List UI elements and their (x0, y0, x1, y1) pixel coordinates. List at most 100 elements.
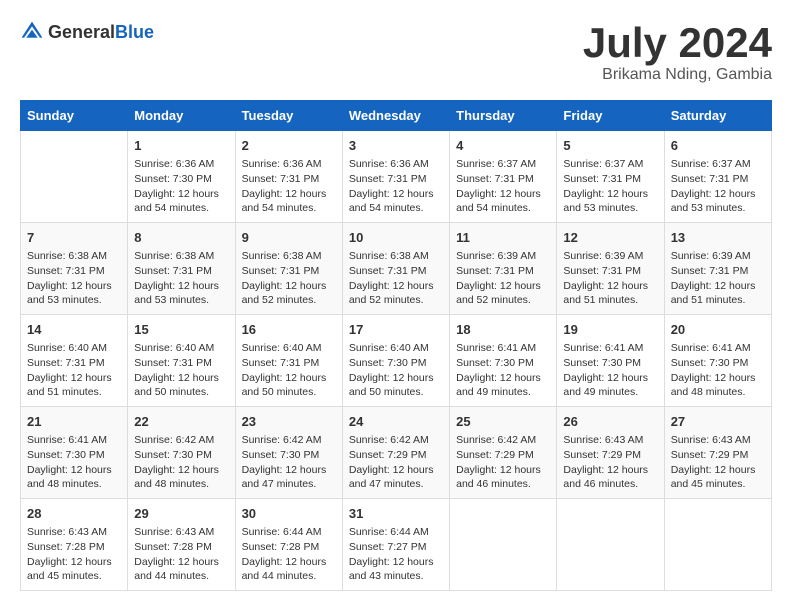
day-info: Sunrise: 6:42 AM Sunset: 7:29 PM Dayligh… (349, 433, 443, 492)
calendar-cell: 9 Sunrise: 6:38 AM Sunset: 7:31 PM Daylig… (235, 223, 342, 315)
calendar-cell: 1 Sunrise: 6:36 AM Sunset: 7:30 PM Daylig… (128, 131, 235, 223)
day-number: 6 (671, 137, 765, 155)
day-info: Sunrise: 6:38 AM Sunset: 7:31 PM Dayligh… (242, 249, 336, 308)
day-number: 3 (349, 137, 443, 155)
day-number: 31 (349, 505, 443, 523)
day-number: 13 (671, 229, 765, 247)
column-header-monday: Monday (128, 101, 235, 131)
calendar-week-row: 1 Sunrise: 6:36 AM Sunset: 7:30 PM Daylig… (21, 131, 772, 223)
day-number: 30 (242, 505, 336, 523)
logo: GeneralBlue (20, 20, 154, 44)
column-header-tuesday: Tuesday (235, 101, 342, 131)
calendar-cell: 28Sunrise: 6:43 AM Sunset: 7:28 PM Dayli… (21, 498, 128, 590)
day-number: 15 (134, 321, 228, 339)
day-info: Sunrise: 6:44 AM Sunset: 7:28 PM Dayligh… (242, 525, 336, 584)
calendar-cell (557, 498, 664, 590)
day-number: 24 (349, 413, 443, 431)
calendar-week-row: 28 Sunrise: 6:43 AM Sunset: 7:28 PM Dayli… (21, 498, 772, 590)
day-number: 19 (563, 321, 657, 339)
day-info: Sunrise: 6:40 AM Sunset: 7:31 PM Dayligh… (134, 341, 228, 400)
calendar-cell: 12Sunrise: 6:39 AM Sunset: 7:31 PM Dayli… (557, 223, 664, 315)
calendar-cell: 25 Sunrise: 6:42 AM Sunset: 7:29 PM Dayli… (450, 407, 557, 499)
day-number: 21 (27, 413, 121, 431)
day-info: Sunrise: 6:42 AM Sunset: 7:30 PM Dayligh… (134, 433, 228, 492)
day-info: Sunrise: 6:37 AM Sunset: 7:31 PM Dayligh… (671, 157, 765, 216)
day-number: 17 (349, 321, 443, 339)
calendar-title: July 2024 (583, 20, 772, 66)
logo-icon (20, 20, 44, 44)
day-number: 2 (242, 137, 336, 155)
day-number: 4 (456, 137, 550, 155)
day-number: 27 (671, 413, 765, 431)
day-number: 29 (134, 505, 228, 523)
day-info: Sunrise: 6:36 AM Sunset: 7:31 PM Dayligh… (242, 157, 336, 216)
calendar-cell: 13 Sunrise: 6:39 AM Sunset: 7:31 PM Dayli… (664, 223, 771, 315)
calendar-cell: 11Sunrise: 6:39 AM Sunset: 7:31 PM Dayli… (450, 223, 557, 315)
day-info: Sunrise: 6:36 AM Sunset: 7:30 PM Dayligh… (134, 157, 228, 216)
calendar-cell: 16 Sunrise: 6:40 AM Sunset: 7:31 PM Dayli… (235, 315, 342, 407)
day-number: 16 (242, 321, 336, 339)
day-number: 28 (27, 505, 121, 523)
day-number: 20 (671, 321, 765, 339)
day-number: 8 (134, 229, 228, 247)
calendar-header-row: SundayMondayTuesdayWednesdayThursdayFrid… (21, 101, 772, 131)
day-number: 18 (456, 321, 550, 339)
day-info: Sunrise: 6:39 AM Sunset: 7:31 PM Dayligh… (671, 249, 765, 308)
calendar-cell: 31Sunrise: 6:44 AM Sunset: 7:27 PM Dayli… (342, 498, 449, 590)
calendar-cell: 5 Sunrise: 6:37 AM Sunset: 7:31 PM Daylig… (557, 131, 664, 223)
calendar-cell: 19 Sunrise: 6:41 AM Sunset: 7:30 PM Dayli… (557, 315, 664, 407)
logo-text-general: General (48, 22, 115, 42)
day-info: Sunrise: 6:41 AM Sunset: 7:30 PM Dayligh… (456, 341, 550, 400)
day-info: Sunrise: 6:43 AM Sunset: 7:28 PM Dayligh… (134, 525, 228, 584)
day-info: Sunrise: 6:37 AM Sunset: 7:31 PM Dayligh… (563, 157, 657, 216)
calendar-cell: 14 Sunrise: 6:40 AM Sunset: 7:31 PM Dayli… (21, 315, 128, 407)
calendar-cell (21, 131, 128, 223)
column-header-friday: Friday (557, 101, 664, 131)
day-info: Sunrise: 6:41 AM Sunset: 7:30 PM Dayligh… (671, 341, 765, 400)
calendar-cell (450, 498, 557, 590)
page-header: GeneralBlue July 2024 Brikama Nding, Gam… (20, 20, 772, 84)
logo-text-blue: Blue (115, 22, 154, 42)
calendar-cell: 27 Sunrise: 6:43 AM Sunset: 7:29 PM Dayli… (664, 407, 771, 499)
calendar-cell: 3Sunrise: 6:36 AM Sunset: 7:31 PM Daylig… (342, 131, 449, 223)
day-number: 10 (349, 229, 443, 247)
calendar-cell: 8Sunrise: 6:38 AM Sunset: 7:31 PM Daylig… (128, 223, 235, 315)
calendar-cell: 23 Sunrise: 6:42 AM Sunset: 7:30 PM Dayli… (235, 407, 342, 499)
calendar-cell (664, 498, 771, 590)
day-info: Sunrise: 6:41 AM Sunset: 7:30 PM Dayligh… (27, 433, 121, 492)
column-header-sunday: Sunday (21, 101, 128, 131)
day-number: 22 (134, 413, 228, 431)
calendar-cell: 4Sunrise: 6:37 AM Sunset: 7:31 PM Daylig… (450, 131, 557, 223)
day-number: 12 (563, 229, 657, 247)
day-info: Sunrise: 6:42 AM Sunset: 7:29 PM Dayligh… (456, 433, 550, 492)
day-info: Sunrise: 6:41 AM Sunset: 7:30 PM Dayligh… (563, 341, 657, 400)
calendar-week-row: 21 Sunrise: 6:41 AM Sunset: 7:30 PM Dayli… (21, 407, 772, 499)
calendar-cell: 26 Sunrise: 6:43 AM Sunset: 7:29 PM Dayli… (557, 407, 664, 499)
day-number: 7 (27, 229, 121, 247)
day-number: 23 (242, 413, 336, 431)
day-info: Sunrise: 6:38 AM Sunset: 7:31 PM Dayligh… (27, 249, 121, 308)
day-info: Sunrise: 6:42 AM Sunset: 7:30 PM Dayligh… (242, 433, 336, 492)
day-info: Sunrise: 6:38 AM Sunset: 7:31 PM Dayligh… (349, 249, 443, 308)
calendar-cell: 29 Sunrise: 6:43 AM Sunset: 7:28 PM Dayli… (128, 498, 235, 590)
calendar-cell: 7 Sunrise: 6:38 AM Sunset: 7:31 PM Daylig… (21, 223, 128, 315)
day-number: 9 (242, 229, 336, 247)
calendar-cell: 24 Sunrise: 6:42 AM Sunset: 7:29 PM Dayli… (342, 407, 449, 499)
day-info: Sunrise: 6:43 AM Sunset: 7:29 PM Dayligh… (563, 433, 657, 492)
calendar-location: Brikama Nding, Gambia (583, 66, 772, 84)
calendar-cell: 17 Sunrise: 6:40 AM Sunset: 7:30 PM Dayli… (342, 315, 449, 407)
column-header-saturday: Saturday (664, 101, 771, 131)
calendar-cell: 21 Sunrise: 6:41 AM Sunset: 7:30 PM Dayli… (21, 407, 128, 499)
day-number: 5 (563, 137, 657, 155)
day-info: Sunrise: 6:40 AM Sunset: 7:31 PM Dayligh… (27, 341, 121, 400)
day-info: Sunrise: 6:40 AM Sunset: 7:30 PM Dayligh… (349, 341, 443, 400)
column-header-thursday: Thursday (450, 101, 557, 131)
day-number: 26 (563, 413, 657, 431)
day-number: 14 (27, 321, 121, 339)
day-info: Sunrise: 6:40 AM Sunset: 7:31 PM Dayligh… (242, 341, 336, 400)
day-info: Sunrise: 6:43 AM Sunset: 7:29 PM Dayligh… (671, 433, 765, 492)
day-number: 25 (456, 413, 550, 431)
column-header-wednesday: Wednesday (342, 101, 449, 131)
day-number: 1 (134, 137, 228, 155)
calendar-table: SundayMondayTuesdayWednesdayThursdayFrid… (20, 100, 772, 591)
